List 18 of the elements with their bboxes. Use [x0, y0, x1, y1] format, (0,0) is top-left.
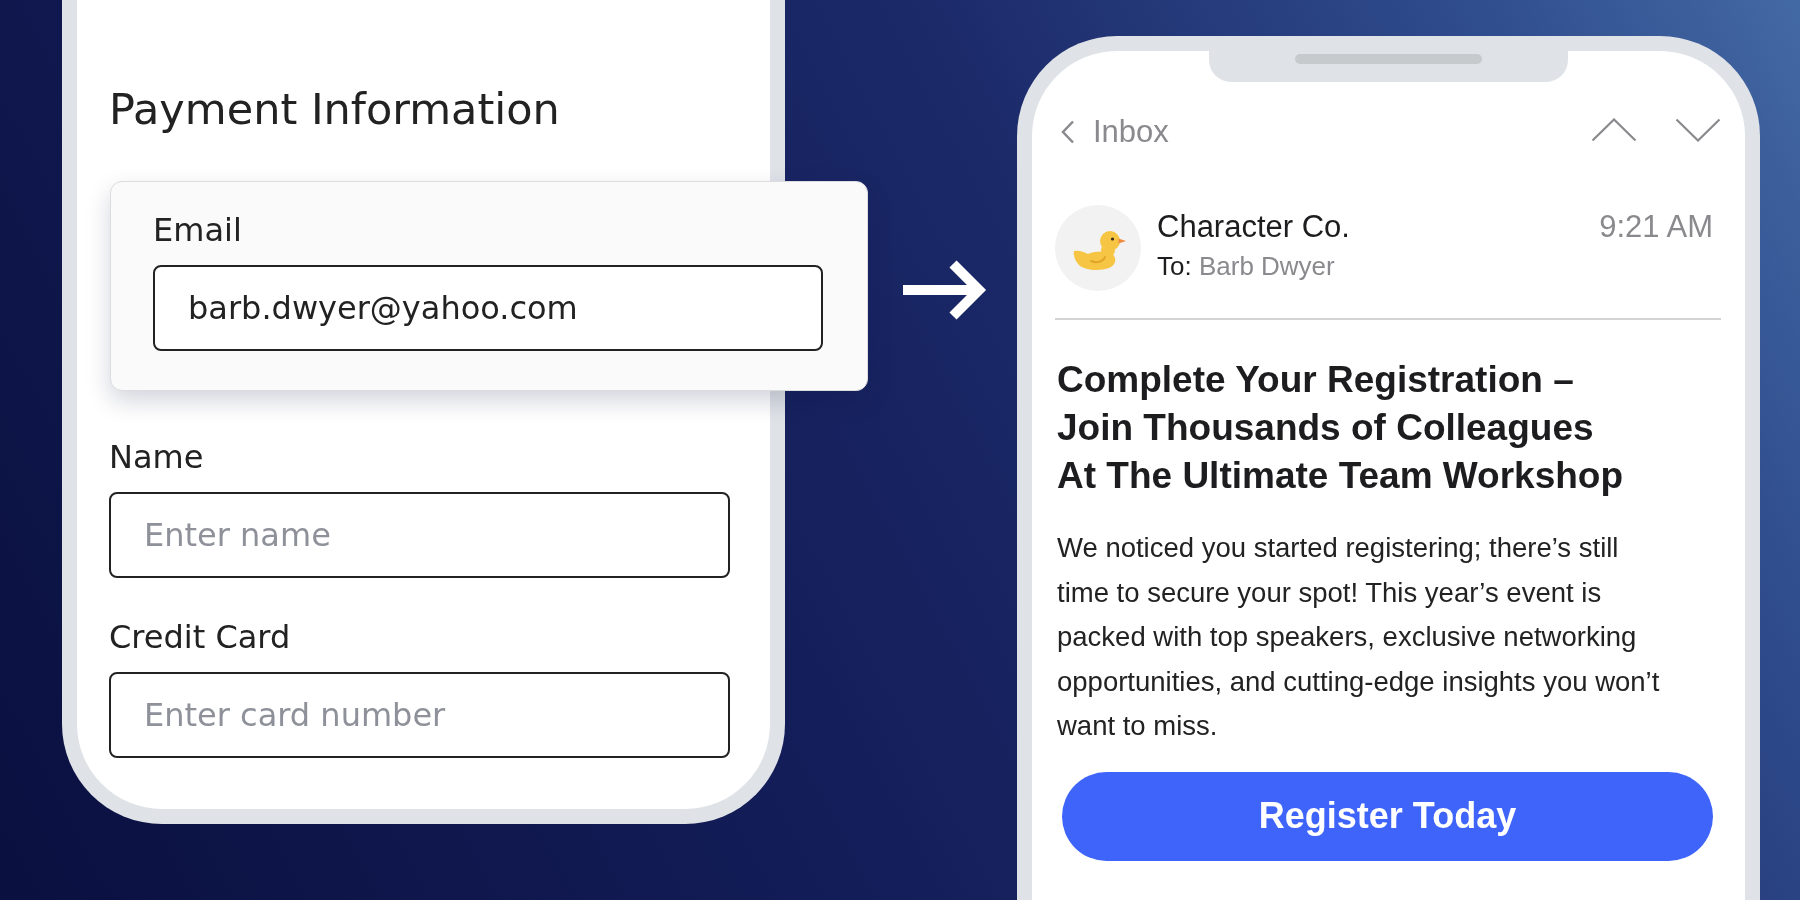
recipient-line: To: Barb Dwyer — [1157, 251, 1336, 282]
sender-name: Character Co. — [1157, 208, 1350, 245]
duck-avatar-icon — [1055, 205, 1141, 291]
register-button[interactable]: Register Today — [1062, 771, 1713, 861]
field-label: Email — [153, 211, 243, 249]
input-field[interactable]: barb.dwyer@yahoo.com — [153, 265, 823, 351]
email-subject: Complete Your Registration – Join Thousands of Colleagues At The Ultimate Team Workshop — [1057, 358, 1625, 498]
chevron-down-icon[interactable] — [1675, 118, 1721, 142]
input-field[interactable]: Enter name — [109, 492, 730, 578]
field-label: Credit Card — [109, 618, 292, 656]
form-heading: Payment Information — [109, 83, 561, 135]
message-time: 9:21 AM — [1599, 208, 1713, 245]
email-body: We noticed you started registering; there’s still time to secure your spot! This year’s event is packed with top speakers, exclusive networking opportunities, and cutting-edge insights you won’t want to miss. — [1057, 531, 1661, 743]
field-label: Name — [109, 438, 205, 476]
chevron-up-icon[interactable] — [1591, 118, 1637, 142]
input-field[interactable]: Enter card number — [109, 672, 730, 758]
back-link[interactable]: Inbox — [1061, 114, 1169, 150]
chevron-left-icon — [1061, 120, 1075, 144]
